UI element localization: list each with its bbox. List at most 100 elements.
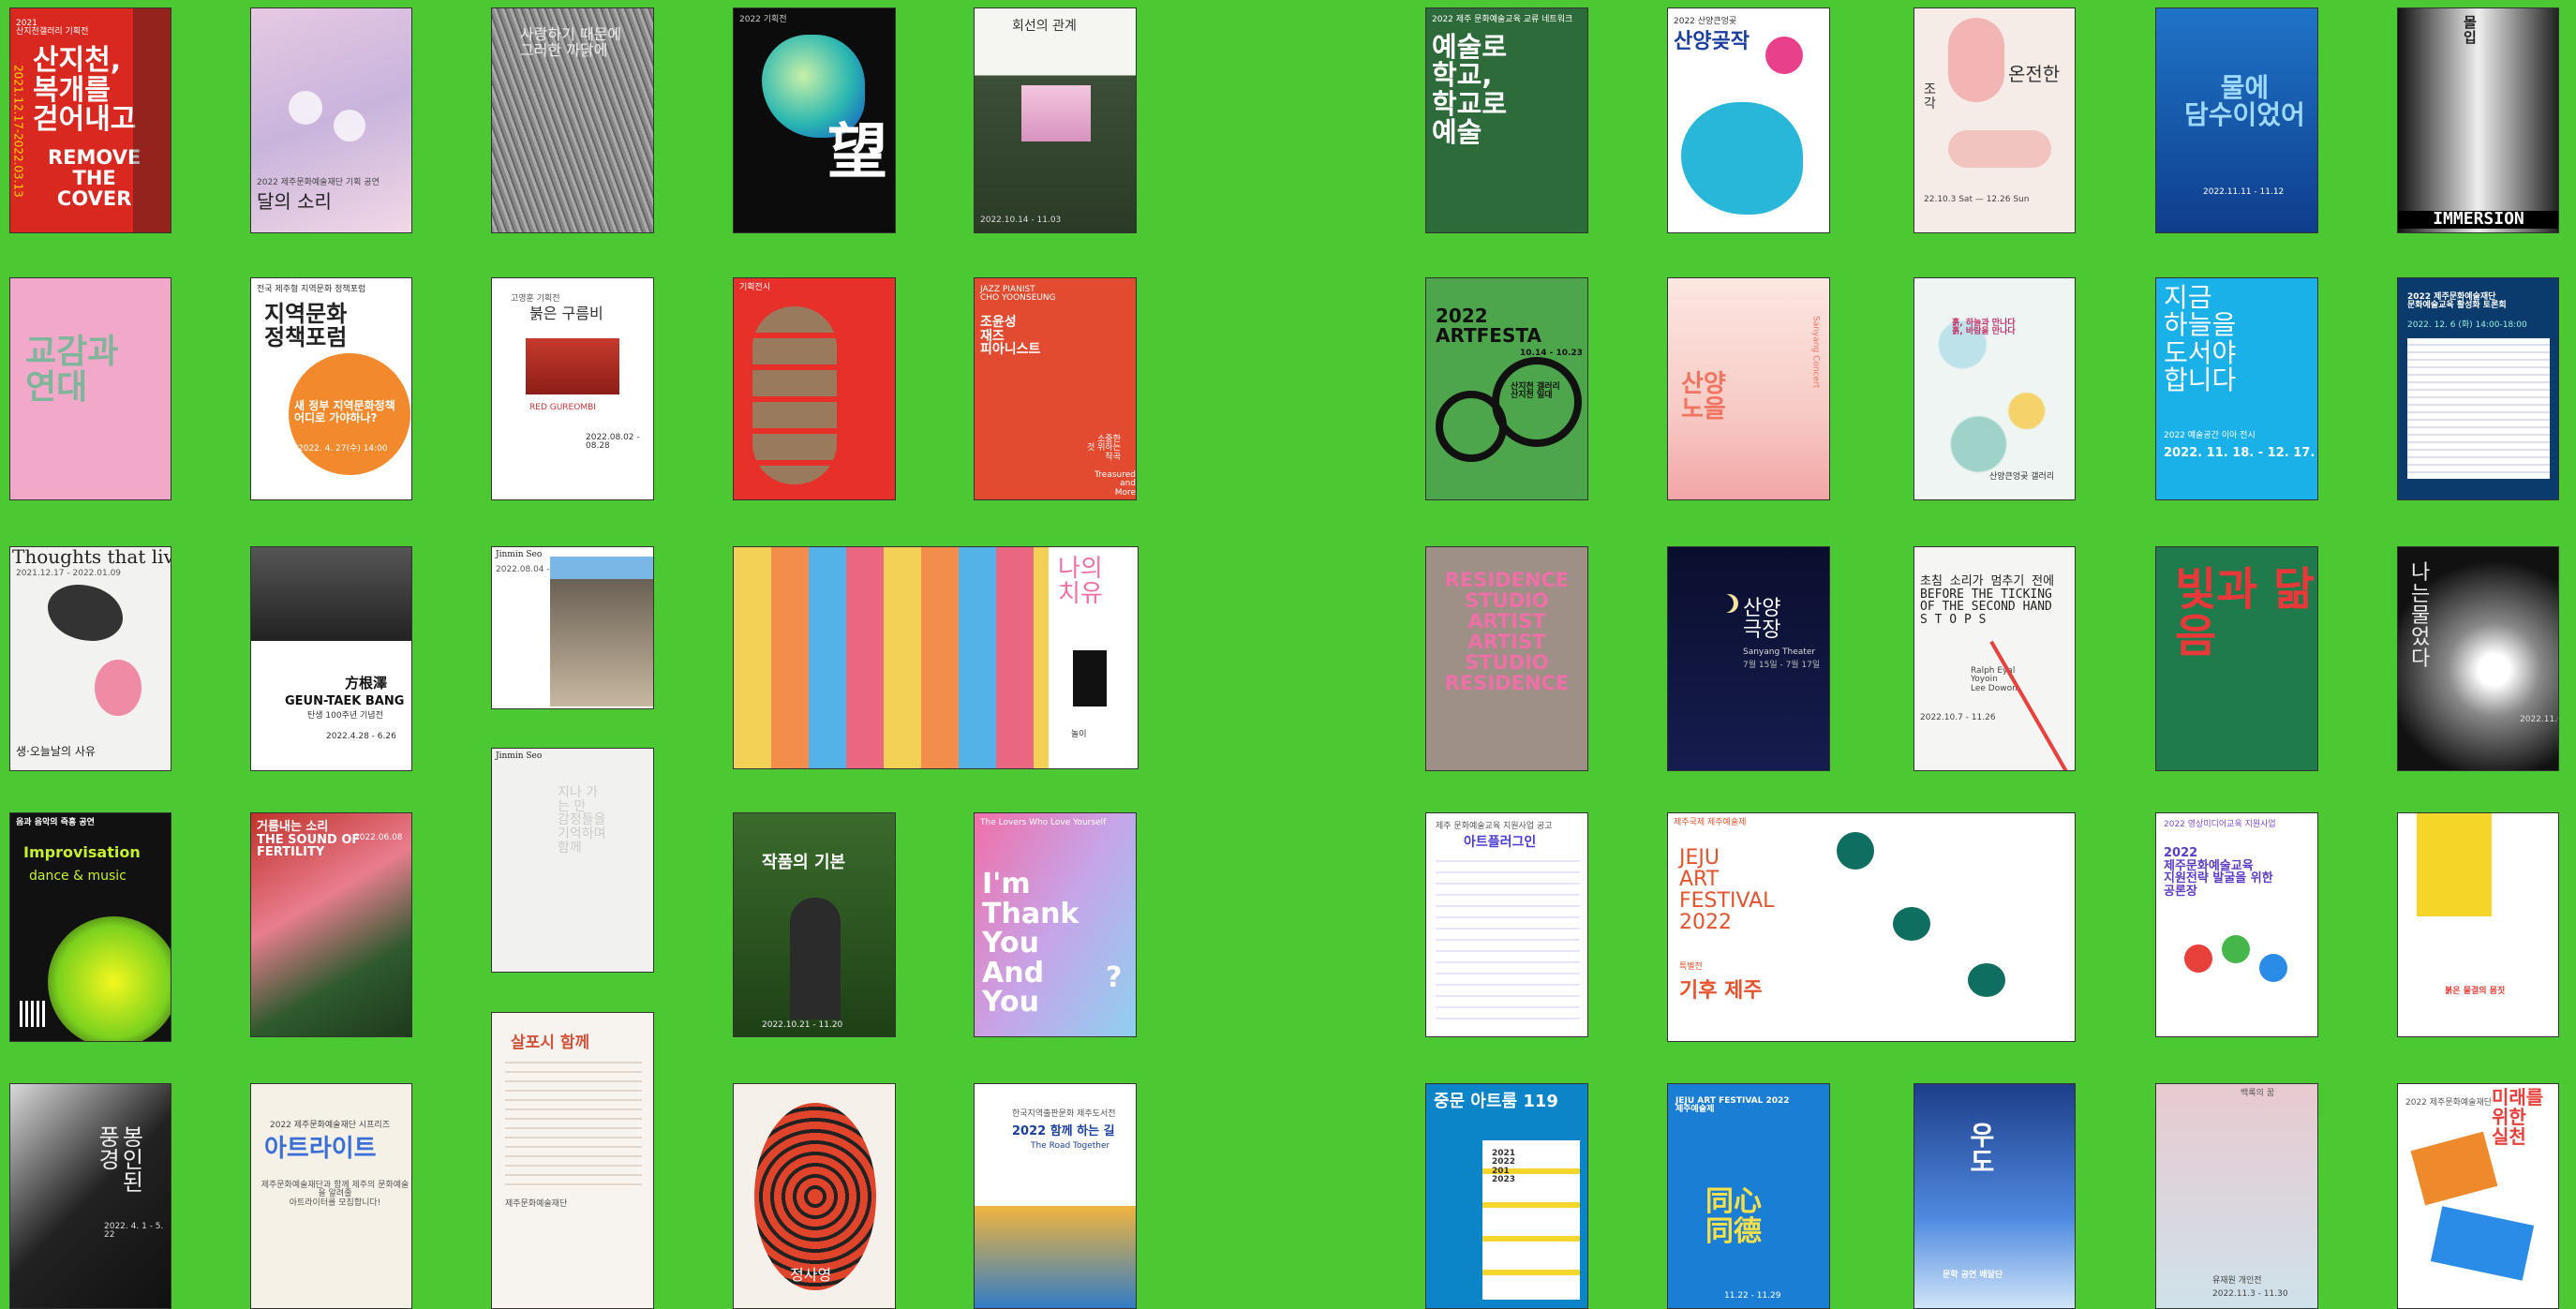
poster-sky-now[interactable]: 지금 하늘을 도서야 합니다 2022 예술공간 이아 전시 2022. 11.… xyxy=(2155,277,2318,500)
poster-fertility[interactable]: 거름내는 소리 THE SOUND OF FERTILITY 2022.06.0… xyxy=(250,812,412,1037)
poster-geun-taek-bang[interactable]: 方根澤 GEUN-TAEK BANG 탄생 100주년 기념전 2022.4.2… xyxy=(250,546,412,771)
poster-subtitle: Sanyang Theater xyxy=(1743,647,1816,657)
poster-strip xyxy=(133,8,171,232)
poster-date: 2022.10.14 - 11.03 xyxy=(980,216,1062,225)
circle-figure xyxy=(2184,945,2212,973)
poster-date: 2022.4.28 - 6.26 xyxy=(326,732,396,741)
poster-title: 달의 소리 xyxy=(257,190,332,213)
poster-artfesta[interactable]: 2022 ARTFESTA 10.14 - 10.23 산지천 갤러리 산지천 … xyxy=(1425,277,1588,500)
poster-title: 백록의 꿈 xyxy=(2241,1089,2274,1098)
photo xyxy=(550,557,653,707)
poster-title: GEUN-TAEK BANG xyxy=(285,694,405,708)
poster-relation[interactable]: 회선의 관계 2022.10.14 - 11.03 xyxy=(974,7,1137,233)
poster-salposi[interactable]: 살포시 함께 제주문화예술재단 xyxy=(491,1012,654,1309)
rock-shape xyxy=(1968,963,2005,997)
poster-date: 2022. 4. 27(수) 14:00 xyxy=(298,444,388,454)
poster-title: JAZZ PIANIST CHO YOONSEUNG xyxy=(980,285,1056,304)
poster-date: 2022. 11. 18. - 12. 17. xyxy=(2164,446,2315,460)
poster-water[interactable]: 물에 담수이었어 2022.11.11 - 11.12 xyxy=(2155,7,2318,233)
poster-udo[interactable]: 우도 문학 공연 배달단 xyxy=(1913,1083,2076,1309)
poster-improvisation[interactable]: 음과 음악의 즉흥 공연 Improvisation dance & music xyxy=(9,812,171,1042)
seal-shape xyxy=(754,1103,876,1290)
poster-title: I'm Thank You And You xyxy=(982,868,1080,1019)
poster-date: 2022.11.11 - 11.12 xyxy=(2203,187,2285,197)
shape xyxy=(1948,130,2051,168)
poster-mang[interactable]: 2022 기획전 望 xyxy=(733,7,896,233)
poster-title: 산양곶작 xyxy=(1674,30,1750,53)
poster-title: 흙, 하늘과 만나다 흙, 바람을 만나다 xyxy=(1952,319,2016,337)
poster-artroom-119[interactable]: 중문 아트룸 119 2021 2022 201 2023 xyxy=(1425,1083,1588,1309)
poster-title: 중문 아트룸 119 xyxy=(1434,1092,1558,1111)
poster-date: 2022.11.3 - 11.30 xyxy=(2212,1289,2288,1299)
poster-healing[interactable]: 나의 치유 놀이 xyxy=(733,546,1139,769)
poster-title: 2022 함께 하는 길 xyxy=(1012,1124,1115,1138)
poster-jeju-art-festival-2022[interactable]: JEJU ART FESTIVAL 2022 제주예술제 同心 同德 11.22… xyxy=(1667,1083,1830,1309)
circle-figure xyxy=(2222,935,2250,963)
ring-shape xyxy=(1492,357,1582,447)
poster-earth-sky[interactable]: 흙, 하늘과 만나다 흙, 바람을 만나다 산양큰엉곶 갤러리 xyxy=(1913,277,2076,500)
poster-residence-studio[interactable]: RESIDENCE STUDIO ARTIST ARTIST STUDIO RE… xyxy=(1425,546,1588,771)
poster-moon-sound[interactable]: 2022 제주문화예술재단 기획 공연 달의 소리 xyxy=(250,7,412,233)
poster-red-gureombi[interactable]: 고영훈 기획전 붉은 구름비 RED GUREOMBI 2022.08.02 -… xyxy=(491,277,654,500)
poster-grass[interactable]: 사랑하기 때문에 그러한 까닭에 xyxy=(491,7,654,233)
poster-jeju-art-festival[interactable]: 제주국제 제주예술제 JEJU ART FESTIVAL 2022 특별전 기후… xyxy=(1667,812,2076,1042)
poster-label: 제주국제 제주예술제 xyxy=(1674,818,1747,827)
poster-date: 2022.11.05 xyxy=(2520,715,2558,724)
poster-title: 아트라이트 xyxy=(264,1135,377,1163)
poster-subtitle: RED GUREOMBI xyxy=(529,403,596,412)
poster-main: 同心 同德 xyxy=(1705,1185,1762,1248)
poster-art-school[interactable]: 2022 제주 문화예술교육 교류 네트워크 예술로 학교, 학교로 예술 xyxy=(1425,7,1588,233)
poster-sunset[interactable]: 산양 노을 Sanyang Concert xyxy=(1667,277,1830,500)
pattern-shape xyxy=(752,306,837,484)
moon-icon xyxy=(289,91,322,125)
poster-immersion[interactable]: 몰 입 IMMERSION xyxy=(2397,7,2559,233)
poster-label: 한국지역출판문화 제주도서전 xyxy=(1012,1109,1116,1119)
poster-red-seal[interactable]: 정사영 xyxy=(733,1083,896,1309)
poster-title: 산지천, 복개를 걷어내고 xyxy=(33,44,137,136)
poster-title: 빛과 닮음 xyxy=(2175,563,2315,663)
poster-label: 2022 제주 문화예술교육 교류 네트워크 xyxy=(1432,15,1573,24)
moon-icon xyxy=(1715,594,1734,613)
poster-peacock[interactable]: 2022 산양큰엉곶 산양곶작 xyxy=(1667,7,1830,233)
poster-sympathy[interactable]: 교감과 연대 xyxy=(9,277,171,500)
poster-date: 2021.12.17-2022.03.13 xyxy=(11,65,25,198)
poster-title: 봉인된 풍경 xyxy=(94,1125,144,1193)
poster-thoughts[interactable]: Thoughts that live by 2021.12.17 - 2022.… xyxy=(9,546,171,771)
poster-q: ? xyxy=(1106,961,1123,994)
poster-jinmin-seo-2[interactable]: Jinmin Seo 지나 가 는 만 감정들을 기억하며 함께 xyxy=(491,748,654,973)
poster-title: 살포시 함께 xyxy=(511,1034,590,1052)
poster-sculpture[interactable]: 온전한 조 각 22.10.3 Sat — 12.26 Sun xyxy=(1913,7,2076,233)
poster-red-pattern[interactable]: 기획전시 xyxy=(733,277,896,500)
poster-label: 2022 기획전 xyxy=(739,15,787,24)
poster-jinmin-seo-1[interactable]: Jinmin Seo 2022.08.04 - 08.21 xyxy=(491,546,654,709)
poster-white-deer[interactable]: 백록의 꿈 유재원 개인전 2022.11.3 - 11.30 xyxy=(2155,1083,2318,1309)
poster-second-hand[interactable]: 초침 소리가 멈추기 전에 BEFORE THE TICKING OF THE … xyxy=(1913,546,2076,771)
pink-square xyxy=(1021,85,1091,141)
poster-title: RESIDENCE STUDIO ARTIST ARTIST STUDIO RE… xyxy=(1444,569,1570,695)
rock-shape xyxy=(1893,907,1930,941)
poster-jazz-pianist[interactable]: JAZZ PIANIST CHO YOONSEUNG 조윤성 재즈 피아니스트 … xyxy=(974,277,1137,500)
poster-sanyang-theater[interactable]: 산양 극장 Sanyang Theater 7월 15일 - 7월 17일 xyxy=(1667,546,1830,771)
poster-road-together[interactable]: 한국지역출판문화 제주도서전 2022 함께 하는 길 The Road Tog… xyxy=(974,1083,1137,1309)
poster-art-plugin[interactable]: 제주 문화예술교육 지원사업 공고 아트플러그인 xyxy=(1425,812,1588,1037)
poster-light-likeness[interactable]: 빛과 닮음 xyxy=(2155,546,2318,771)
poster-future-practice[interactable]: 2022 제주문화예술재단 미래를 위한 실천 xyxy=(2397,1083,2559,1309)
poster-sealed-landscape[interactable]: 봉인된 풍경 2022. 4. 1 - 5. 22 xyxy=(9,1083,171,1309)
poster-art-writer[interactable]: 2022 제주문화예술재단 시프리즈 아트라이트 제주문화예술재단과 함께 제주… xyxy=(250,1083,412,1309)
poster-red-wave[interactable]: 붉은 물결의 몸짓 xyxy=(2397,812,2559,1037)
poster-asked[interactable]: 나 는 물 었 다 2022.11.05 xyxy=(2397,546,2559,771)
poster-title: 사랑하기 때문에 그러한 까닭에 xyxy=(520,25,622,59)
poster-title: 초침 소리가 멈추기 전에 BEFORE THE TICKING OF THE … xyxy=(1920,574,2055,627)
poster-policy-forum[interactable]: 전국 제주형 지역문화 정책포럼 지역문화 정책포럼 새 정부 지역문화정책 어… xyxy=(250,277,412,500)
poster-bottom: 놀이 xyxy=(1071,730,1087,739)
poster-side: 조 각 xyxy=(1924,82,1936,112)
qr-code xyxy=(20,1001,46,1027)
poster-basics[interactable]: 작품의 기본 2022.10.21 - 11.20 xyxy=(733,812,896,1037)
rock-shape xyxy=(1837,832,1874,870)
poster-title: 2022 ARTFESTA xyxy=(1436,305,1541,347)
poster-remove-the-cover[interactable]: 2021 산지천갤러리 기획전 산지천, 복개를 걷어내고 REMOVE THE… xyxy=(9,7,171,233)
poster-thank-you[interactable]: The Lovers Who Love Yourself I'm Thank Y… xyxy=(974,812,1137,1037)
poster-nums: 2021 2022 201 2023 xyxy=(1492,1149,1516,1185)
poster-discussion[interactable]: 2022 제주문화예술재단 문화예술교육 활성화 토론회 2022. 12. 6… xyxy=(2397,277,2559,500)
poster-public-forum[interactable]: 2022 영상미디어교육 지원사업 2022 제주문화예술교육 지원전략 발굴을… xyxy=(2155,812,2318,1037)
